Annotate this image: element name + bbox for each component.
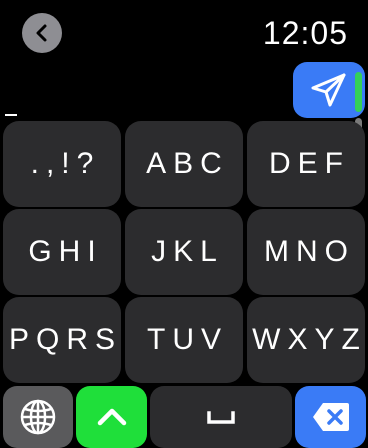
space-icon — [207, 411, 235, 424]
key-abc[interactable]: ABC — [125, 121, 243, 207]
globe-icon — [20, 399, 56, 435]
status-time: 12:05 — [262, 15, 348, 51]
key-tuv[interactable]: TUV — [125, 297, 243, 383]
back-button[interactable] — [22, 13, 62, 53]
language-button[interactable] — [3, 386, 73, 448]
scroll-indicator-active[interactable] — [355, 72, 362, 112]
key-jkl[interactable]: JKL — [125, 209, 243, 295]
space-button[interactable] — [150, 386, 292, 448]
key-def[interactable]: DEF — [247, 121, 365, 207]
key-pqrs[interactable]: PQRS — [3, 297, 121, 383]
delete-button[interactable] — [295, 386, 366, 448]
key-mno[interactable]: MNO — [247, 209, 365, 295]
key-punctuation[interactable]: .,!? — [3, 121, 121, 207]
watch-keyboard-screen: 12:05 .,!? ABC DEF GHI JKL MNO PQRS TUV … — [0, 0, 368, 448]
delete-x-icon — [312, 403, 349, 431]
shift-button[interactable] — [76, 386, 147, 448]
chevron-up-icon — [97, 408, 126, 426]
key-ghi[interactable]: GHI — [3, 209, 121, 295]
text-input-cursor[interactable] — [5, 114, 17, 116]
key-wxyz[interactable]: WXYZ — [247, 297, 365, 383]
paper-plane-icon — [311, 73, 346, 107]
chevron-left-icon — [36, 24, 47, 42]
